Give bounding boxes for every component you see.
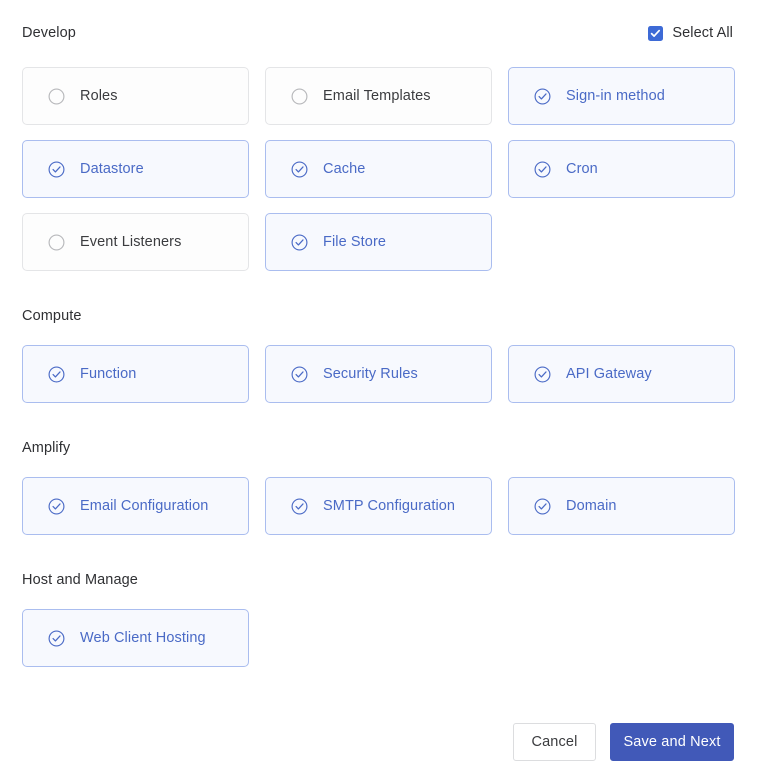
circle-check-icon — [291, 366, 308, 383]
card-label: Email Configuration — [80, 498, 209, 514]
card-web-client-hosting[interactable]: Web Client Hosting — [22, 609, 249, 667]
card-label: Email Templates — [323, 88, 431, 104]
save-and-next-button[interactable]: Save and Next — [610, 723, 734, 761]
card-function[interactable]: Function — [22, 345, 249, 403]
card-label: SMTP Configuration — [323, 498, 456, 514]
section-heading-amplify: Amplify — [22, 440, 71, 456]
circle-check-icon — [48, 366, 65, 383]
service-selection-page: Develop Select All Roles Email Templates… — [0, 0, 757, 778]
select-all-control[interactable]: Select All — [648, 25, 733, 41]
card-cron[interactable]: Cron — [508, 140, 735, 198]
circle-empty-icon — [48, 88, 65, 105]
card-label: Sign-in method — [566, 88, 665, 104]
page-header: Develop Select All — [0, 19, 757, 47]
card-label: Datastore — [80, 161, 144, 177]
card-label: Cron — [566, 161, 598, 177]
circle-check-icon — [291, 234, 308, 251]
section-heading-compute: Compute — [22, 308, 82, 324]
card-event-listeners[interactable]: Event Listeners — [22, 213, 249, 271]
card-grid-host-and-manage: Web Client Hosting — [0, 609, 757, 667]
circle-check-icon — [48, 498, 65, 515]
circle-empty-icon — [48, 234, 65, 251]
section-heading-develop: Develop — [22, 25, 76, 41]
card-label: Roles — [80, 88, 118, 104]
card-roles[interactable]: Roles — [22, 67, 249, 125]
footer-actions: Cancel Save and Next — [513, 723, 734, 761]
circle-check-icon — [534, 498, 551, 515]
card-grid-develop: Roles Email Templates Sign-in method Dat… — [0, 67, 757, 271]
card-label: Cache — [323, 161, 366, 177]
circle-check-icon — [534, 161, 551, 178]
card-label: Web Client Hosting — [80, 630, 206, 646]
circle-check-icon — [291, 498, 308, 515]
card-email-configuration[interactable]: Email Configuration — [22, 477, 249, 535]
card-label: API Gateway — [566, 366, 652, 382]
card-email-templates[interactable]: Email Templates — [265, 67, 492, 125]
card-cache[interactable]: Cache — [265, 140, 492, 198]
section-heading-host-and-manage: Host and Manage — [22, 572, 138, 588]
card-label: Domain — [566, 498, 617, 514]
card-grid-compute: Function Security Rules API Gateway — [0, 345, 757, 403]
checkbox-checked-icon[interactable] — [648, 25, 664, 41]
circle-check-icon — [291, 161, 308, 178]
card-domain[interactable]: Domain — [508, 477, 735, 535]
circle-check-icon — [534, 366, 551, 383]
card-label: File Store — [323, 234, 387, 250]
card-api-gateway[interactable]: API Gateway — [508, 345, 735, 403]
card-smtp-configuration[interactable]: SMTP Configuration — [265, 477, 492, 535]
card-label: Function — [80, 366, 137, 382]
card-security-rules[interactable]: Security Rules — [265, 345, 492, 403]
select-all-label: Select All — [672, 25, 733, 41]
card-grid-amplify: Email Configuration SMTP Configuration D… — [0, 477, 757, 535]
card-label: Event Listeners — [80, 234, 182, 250]
circle-check-icon — [534, 88, 551, 105]
card-label: Security Rules — [323, 366, 418, 382]
card-sign-in-method[interactable]: Sign-in method — [508, 67, 735, 125]
circle-check-icon — [48, 630, 65, 647]
card-file-store[interactable]: File Store — [265, 213, 492, 271]
circle-check-icon — [48, 161, 65, 178]
circle-empty-icon — [291, 88, 308, 105]
card-datastore[interactable]: Datastore — [22, 140, 249, 198]
cancel-button[interactable]: Cancel — [513, 723, 596, 761]
